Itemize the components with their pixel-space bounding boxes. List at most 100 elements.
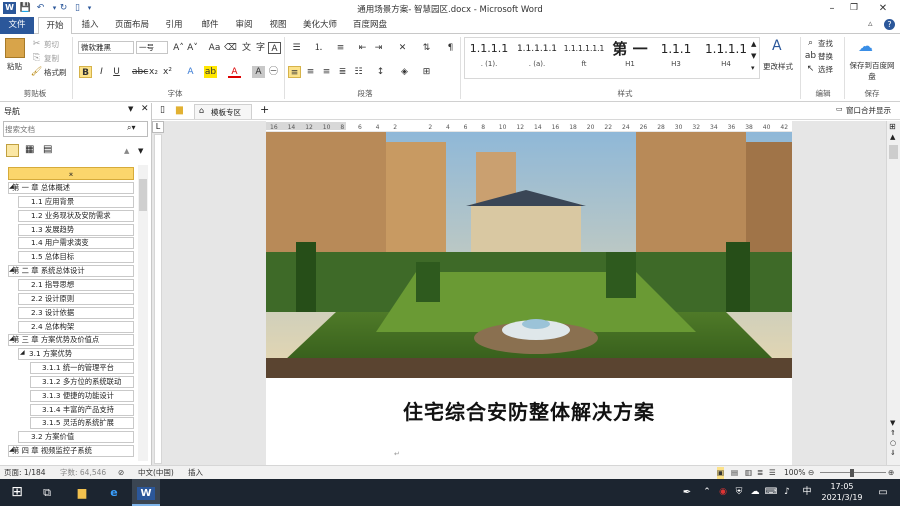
scroll-down-icon[interactable]: ▼ xyxy=(890,419,895,427)
tab-references[interactable]: 引用 xyxy=(160,17,188,34)
enclose-char-icon[interactable]: ㊀ xyxy=(267,66,280,78)
tab-home[interactable]: 开始 xyxy=(38,17,72,35)
replace-icon[interactable]: ab xyxy=(804,50,817,62)
nav-search-box[interactable]: ⌕▾ xyxy=(3,121,148,137)
multilevel-list-icon[interactable]: ≡ xyxy=(334,42,347,54)
insert-mode[interactable]: 插入 xyxy=(188,467,203,479)
highlight-icon[interactable]: ab xyxy=(204,66,217,78)
text-box-icon[interactable]: A xyxy=(268,42,281,54)
help-icon[interactable]: ? xyxy=(884,19,895,30)
network-icon[interactable]: ⌨ xyxy=(764,479,778,506)
scroll-up-icon[interactable]: ▲ xyxy=(890,133,895,141)
format-painter-button[interactable]: 格式刷 xyxy=(44,67,67,78)
show-marks-icon[interactable]: ¶ xyxy=(444,42,457,54)
restore-button[interactable]: ❐ xyxy=(839,0,869,17)
clear-format-icon[interactable]: ⌫ xyxy=(224,42,237,54)
language-indicator[interactable]: 中文(中国) xyxy=(138,467,174,479)
word-taskbar-icon[interactable]: W xyxy=(132,479,160,506)
style-item[interactable]: 1.1.1.1.1.1 ft xyxy=(562,38,606,76)
change-case-icon[interactable]: Aa xyxy=(208,42,221,54)
cloud-tray-icon[interactable]: ☁ xyxy=(748,479,762,506)
bullets-icon[interactable]: ☰ xyxy=(290,42,303,54)
page-indicator[interactable]: 页面: 1/184 xyxy=(4,467,46,479)
grow-font-icon[interactable]: A˄ xyxy=(172,42,185,54)
nav-pages-view-icon[interactable]: ▦ xyxy=(25,144,34,155)
zoom-level[interactable]: 100% xyxy=(784,467,805,479)
nav-prev-icon[interactable]: ▲ xyxy=(124,147,129,155)
line-spacing-icon[interactable]: ↕ xyxy=(374,66,387,78)
close-button[interactable]: ✕ xyxy=(868,0,898,17)
tab-page-layout[interactable]: 页面布局 xyxy=(112,17,152,34)
task-view-icon[interactable]: ⧉ xyxy=(36,479,58,506)
notification-icon[interactable]: ▭ xyxy=(874,479,892,506)
font-name-combo[interactable]: 微软雅黑 xyxy=(78,41,134,54)
tab-insert[interactable]: 插入 xyxy=(76,17,104,34)
outline-icon[interactable]: ≣ xyxy=(757,467,763,479)
tab-file[interactable]: 文件 xyxy=(0,17,34,34)
borders-icon[interactable]: ⊞ xyxy=(420,66,433,78)
sort-icon[interactable]: ⇅ xyxy=(420,42,433,54)
nav-collapse-all-button[interactable]: ⌅ xyxy=(8,167,134,180)
style-item[interactable]: 1.1.1.1.1. (a). xyxy=(512,38,562,76)
web-layout-icon[interactable]: ▥ xyxy=(745,467,752,479)
char-shading-icon[interactable]: A xyxy=(252,66,265,78)
superscript-icon[interactable]: x² xyxy=(161,66,174,78)
phonetic-guide-icon[interactable]: 文 xyxy=(240,42,253,54)
tab-review[interactable]: 审阅 xyxy=(230,17,258,34)
copy-button[interactable]: 复制 xyxy=(44,53,59,64)
scroll-thumb[interactable] xyxy=(889,145,898,159)
italic-icon[interactable]: I xyxy=(95,66,108,78)
select-icon[interactable]: ↖ xyxy=(804,63,817,75)
document-page[interactable]: 住宅综合安防整体解决方案 ↵ xyxy=(266,132,792,465)
styles-scroll-up-icon[interactable]: ▲ xyxy=(751,40,756,48)
tray-expand-icon[interactable]: ⌃ xyxy=(700,479,714,506)
draft-icon[interactable]: ☰ xyxy=(769,467,776,479)
cut-icon[interactable]: ✂ xyxy=(30,38,43,50)
tab-selector[interactable]: L xyxy=(152,121,164,133)
word-count[interactable]: 字数: 64,546 xyxy=(60,467,106,479)
text-effects-icon[interactable]: A xyxy=(184,66,197,78)
style-item[interactable]: 1.1.1 H3 xyxy=(654,38,698,76)
ruler-toggle-icon[interactable]: ⊞ xyxy=(889,122,896,131)
align-center-icon[interactable]: ≡ xyxy=(304,66,317,78)
antivirus-icon[interactable]: ◉ xyxy=(716,479,730,506)
format-painter-icon[interactable]: 🖌 xyxy=(30,66,43,78)
bold-icon[interactable]: B xyxy=(79,66,92,78)
paste-icon[interactable] xyxy=(5,38,25,58)
styles-scroll-down-icon[interactable]: ▼ xyxy=(751,52,756,60)
proofing-icon[interactable]: ⊘ xyxy=(118,467,124,479)
align-right-icon[interactable]: ≡ xyxy=(320,66,333,78)
document-title[interactable]: 住宅综合安防整体解决方案 xyxy=(266,396,792,425)
find-icon[interactable]: ⌕ xyxy=(804,37,817,49)
volume-icon[interactable]: ♪ xyxy=(780,479,794,506)
nav-headings-view-icon[interactable] xyxy=(6,144,19,157)
start-icon[interactable]: ⊞ xyxy=(6,479,28,506)
nav-search-input[interactable] xyxy=(5,123,123,135)
new-page-icon[interactable]: ▯ xyxy=(160,105,165,115)
edge-icon[interactable]: e xyxy=(100,479,128,506)
find-button[interactable]: 查找 xyxy=(818,38,833,49)
style-item[interactable]: 1.1.1.1 H4 xyxy=(700,38,752,76)
add-tab-icon[interactable]: + xyxy=(260,103,269,116)
underline-icon[interactable]: U xyxy=(110,66,123,78)
zoom-in-icon[interactable]: ⊕ xyxy=(888,467,894,479)
chinese-layout-icon[interactable]: ✕ xyxy=(396,42,409,54)
change-styles-button[interactable]: 更改样式 xyxy=(763,61,793,72)
nav-results-view-icon[interactable]: ▤ xyxy=(43,144,52,155)
baidu-cloud-icon[interactable]: ☁ xyxy=(858,37,873,55)
increase-indent-icon[interactable]: ⇥ xyxy=(372,42,385,54)
prev-page-icon[interactable]: ⇑ xyxy=(890,429,896,437)
file-explorer-icon[interactable]: ▆ xyxy=(68,479,96,506)
char-border-icon[interactable]: 字 xyxy=(254,42,267,54)
shading-icon[interactable]: ◈ xyxy=(398,66,411,78)
print-layout-icon[interactable]: ▣ xyxy=(717,467,725,479)
tab-baidu-netdisk[interactable]: 百度网盘 xyxy=(350,17,390,34)
styles-more-icon[interactable]: ▾ xyxy=(751,64,755,72)
cut-button[interactable]: 剪切 xyxy=(44,39,59,50)
subscript-icon[interactable]: x₂ xyxy=(147,66,160,78)
font-color-icon[interactable]: A xyxy=(228,66,241,78)
save-to-baidu-button[interactable]: 保存到百度网盘 xyxy=(848,60,896,82)
numbering-icon[interactable]: ⒈ xyxy=(312,42,325,54)
horizontal-ruler[interactable]: 16 14 12 10 8 6 4 2 2 4 6 8 10 12 14 16 18 20 22 24 26 28 30 32… xyxy=(266,121,792,131)
browse-object-icon[interactable]: ○ xyxy=(890,439,896,447)
